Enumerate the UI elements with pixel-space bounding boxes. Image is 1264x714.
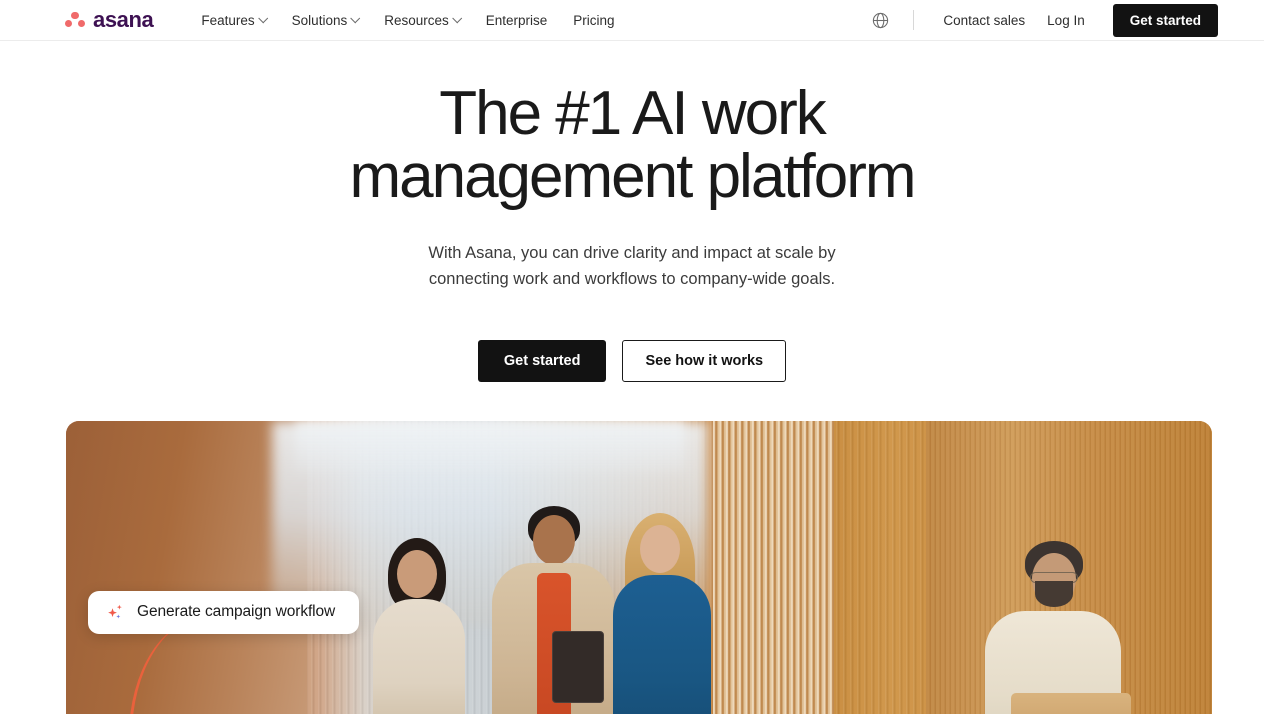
hero-media-wrapper: Generate campaign workflow <box>0 420 1264 714</box>
language-selector-button[interactable] <box>867 7 893 33</box>
asana-wordmark: asana <box>93 7 154 32</box>
scene-person-woman-beige <box>371 536 466 714</box>
nav-label: Pricing <box>573 12 615 28</box>
chevron-down-icon <box>257 12 268 23</box>
nav-item-solutions[interactable]: Solutions <box>279 0 372 41</box>
globe-icon <box>872 12 889 28</box>
scene-wood-slats <box>713 420 834 714</box>
login-link[interactable]: Log In <box>1036 13 1096 28</box>
hero-headline: The #1 AI work management platform <box>252 82 1012 208</box>
nav-item-pricing[interactable]: Pricing <box>560 0 627 41</box>
chevron-down-icon <box>350 12 361 23</box>
nav-item-resources[interactable]: Resources <box>371 0 473 41</box>
asana-dots-icon <box>64 10 86 30</box>
ai-sparkles-icon <box>108 604 122 619</box>
hero-cta-group: Get started See how it works <box>0 339 1264 382</box>
chevron-down-icon <box>452 12 462 23</box>
header-get-started-button[interactable]: Get started <box>1112 3 1218 37</box>
scene-person-woman-blue <box>609 512 713 714</box>
scene-person-man-laptop <box>977 540 1132 714</box>
nav-item-features[interactable]: Features <box>188 0 278 41</box>
site-header: asana Features Solutions Resources Enter… <box>0 0 1264 41</box>
hero-section: The #1 AI work management platform With … <box>0 41 1264 714</box>
nav-item-enterprise[interactable]: Enterprise <box>473 0 561 41</box>
asana-logo[interactable]: asana <box>64 7 154 32</box>
see-how-it-works-button[interactable]: See how it works <box>622 339 787 382</box>
nav-label: Enterprise <box>485 12 548 28</box>
hero-image: Generate campaign workflow <box>66 420 1212 714</box>
hero-headline-line-1: The #1 AI work <box>439 79 827 148</box>
nav-label: Solutions <box>291 12 348 28</box>
hero-headline-line-2: management platform <box>349 142 916 212</box>
generate-campaign-workflow-chip[interactable]: Generate campaign workflow <box>88 590 360 634</box>
primary-navigation: Features Solutions Resources Enterprise … <box>188 0 627 41</box>
scene-person-man-tablet <box>492 505 615 714</box>
header-actions: Contact sales Log In Get started <box>867 3 1218 37</box>
nav-label: Resources <box>384 12 449 28</box>
hero-get-started-button[interactable]: Get started <box>477 339 607 382</box>
hero-subheadline: With Asana, you can drive clarity and im… <box>412 241 852 292</box>
contact-sales-link[interactable]: Contact sales <box>932 13 1036 28</box>
hero-subheadline-line-1: With Asana, you can drive clarity and im… <box>428 244 836 263</box>
ai-chip-label: Generate campaign workflow <box>137 603 336 621</box>
nav-label: Features <box>201 12 255 28</box>
header-divider <box>913 10 915 30</box>
hero-subheadline-line-2: connecting work and workflows to company… <box>428 270 836 289</box>
